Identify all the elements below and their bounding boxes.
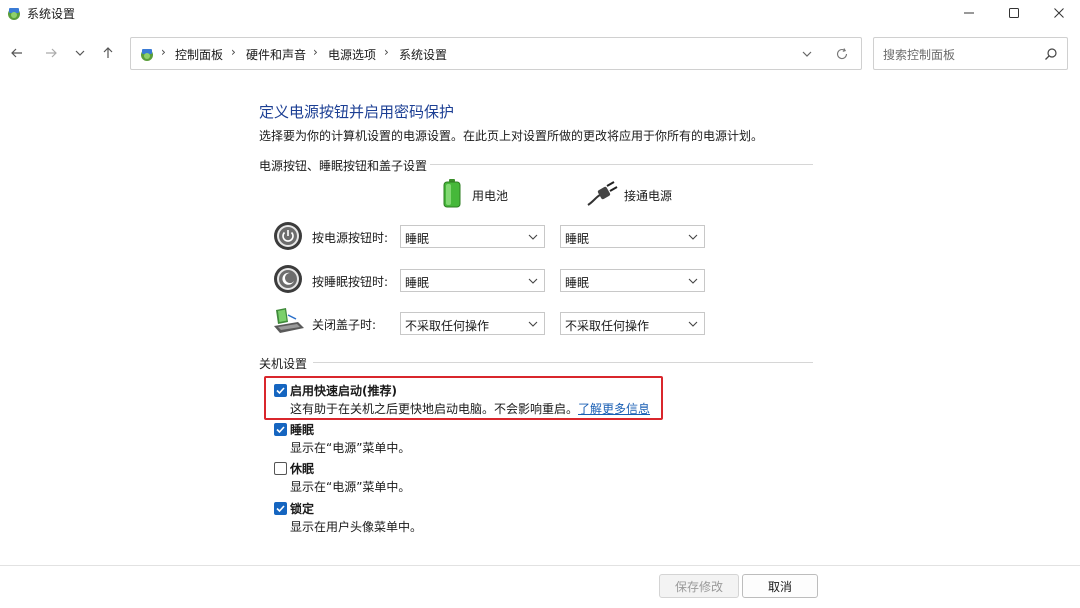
chevron-down-icon: [688, 278, 698, 284]
section-divider: [313, 362, 813, 363]
search-input[interactable]: 搜索控制面板: [873, 37, 1068, 70]
select-value: 睡眠: [565, 276, 590, 290]
recent-locations-button[interactable]: [69, 42, 91, 64]
refresh-button[interactable]: [831, 44, 853, 64]
page-description: 选择要为你的计算机设置的电源设置。在此页上对设置所做的更改将应用于你所有的电源计…: [259, 129, 764, 143]
select-value: 睡眠: [565, 232, 590, 246]
search-icon[interactable]: [1044, 47, 1058, 61]
minimize-icon: [964, 12, 974, 14]
breadcrumb-system-settings[interactable]: 系统设置: [399, 46, 447, 63]
breadcrumb-separator: ›: [231, 45, 236, 59]
lock-label[interactable]: 锁定: [290, 500, 314, 517]
checkmark-icon: [276, 426, 285, 434]
back-button[interactable]: [6, 42, 28, 64]
hibernate-label[interactable]: 休眠: [290, 460, 314, 477]
row-label-close-lid: 关闭盖子时:: [312, 318, 377, 332]
close-icon: [1054, 8, 1064, 18]
arrow-right-icon: [46, 48, 57, 58]
select-value: 睡眠: [405, 276, 430, 290]
fast-startup-label[interactable]: 启用快速启动(推荐): [290, 382, 397, 399]
row-label-power-button: 按电源按钮时:: [312, 231, 389, 245]
close-lid-plugged-select[interactable]: 不采取任何操作: [560, 312, 705, 335]
breadcrumb-separator: ›: [313, 45, 318, 59]
battery-icon: [443, 179, 461, 208]
close-lid-battery-select[interactable]: 不采取任何操作: [400, 312, 545, 335]
lock-checkbox[interactable]: [274, 502, 287, 515]
maximize-button[interactable]: [991, 0, 1037, 26]
fast-startup-checkbox[interactable]: [274, 384, 287, 397]
learn-more-link[interactable]: 了解更多信息: [578, 402, 650, 416]
sleep-label[interactable]: 睡眠: [290, 421, 314, 438]
sleep-button-plugged-select[interactable]: 睡眠: [560, 269, 705, 292]
sleep-button-icon: [274, 265, 302, 293]
maximize-icon: [1009, 8, 1019, 18]
fast-startup-description: 这有助于在关机之后更快地启动电脑。不会影响重启。了解更多信息: [290, 400, 650, 417]
title-bar: 系统设置: [0, 0, 1080, 26]
control-panel-icon: [141, 49, 153, 61]
hibernate-description: 显示在“电源”菜单中。: [290, 480, 411, 494]
window-title: 系统设置: [27, 7, 76, 21]
breadcrumb-power-options[interactable]: 电源选项: [328, 46, 376, 63]
chevron-down-icon: [688, 234, 698, 240]
chevron-down-icon: [75, 50, 85, 56]
search-placeholder: 搜索控制面板: [883, 48, 956, 62]
sleep-checkbox[interactable]: [274, 423, 287, 436]
power-button-icon: [274, 222, 302, 250]
arrow-up-icon: [103, 47, 113, 58]
chevron-down-icon[interactable]: [799, 46, 815, 62]
address-bar[interactable]: › 控制面板 › 硬件和声音 › 电源选项 › 系统设置: [130, 37, 862, 70]
page-title: 定义电源按钮并启用密码保护: [259, 103, 455, 121]
column-header-battery: 用电池: [472, 189, 509, 203]
power-button-plugged-select[interactable]: 睡眠: [560, 225, 705, 248]
footer-divider: [0, 565, 1080, 566]
checkmark-icon: [276, 505, 285, 513]
section-divider: [430, 164, 813, 165]
select-value: 不采取任何操作: [405, 319, 490, 333]
save-changes-button[interactable]: 保存修改: [659, 574, 739, 598]
chevron-down-icon: [688, 321, 698, 327]
sleep-button-battery-select[interactable]: 睡眠: [400, 269, 545, 292]
breadcrumb-control-panel[interactable]: 控制面板: [175, 46, 223, 63]
arrow-left-icon: [11, 48, 22, 58]
row-label-sleep-button: 按睡眠按钮时:: [312, 275, 389, 289]
hibernate-checkbox[interactable]: [274, 462, 287, 475]
column-header-plugged-in: 接通电源: [624, 189, 673, 203]
section-title-power-buttons: 电源按钮、睡眠按钮和盖子设置: [259, 159, 428, 173]
chevron-down-icon: [528, 321, 538, 327]
cancel-button[interactable]: 取消: [742, 574, 818, 598]
sleep-description: 显示在“电源”菜单中。: [290, 441, 411, 455]
laptop-lid-icon: [274, 308, 304, 333]
breadcrumb-separator: ›: [161, 45, 166, 59]
minimize-button[interactable]: [946, 0, 992, 26]
refresh-icon: [836, 48, 848, 60]
control-panel-icon: [8, 8, 20, 20]
power-plug-icon: [587, 181, 618, 206]
section-title-shutdown: 关机设置: [259, 357, 308, 371]
chevron-down-icon: [528, 278, 538, 284]
fast-startup-desc-text: 这有助于在关机之后更快地启动电脑。不会影响重启。: [290, 402, 579, 416]
chevron-down-icon: [528, 234, 538, 240]
checkmark-icon: [276, 387, 285, 395]
up-button[interactable]: [97, 42, 119, 64]
breadcrumb-hardware-sound[interactable]: 硬件和声音: [246, 46, 306, 63]
breadcrumb-separator: ›: [384, 45, 389, 59]
forward-button[interactable]: [40, 42, 62, 64]
lock-description: 显示在用户头像菜单中。: [290, 520, 423, 534]
power-button-battery-select[interactable]: 睡眠: [400, 225, 545, 248]
select-value: 睡眠: [405, 232, 430, 246]
close-button[interactable]: [1036, 0, 1080, 26]
select-value: 不采取任何操作: [565, 319, 650, 333]
